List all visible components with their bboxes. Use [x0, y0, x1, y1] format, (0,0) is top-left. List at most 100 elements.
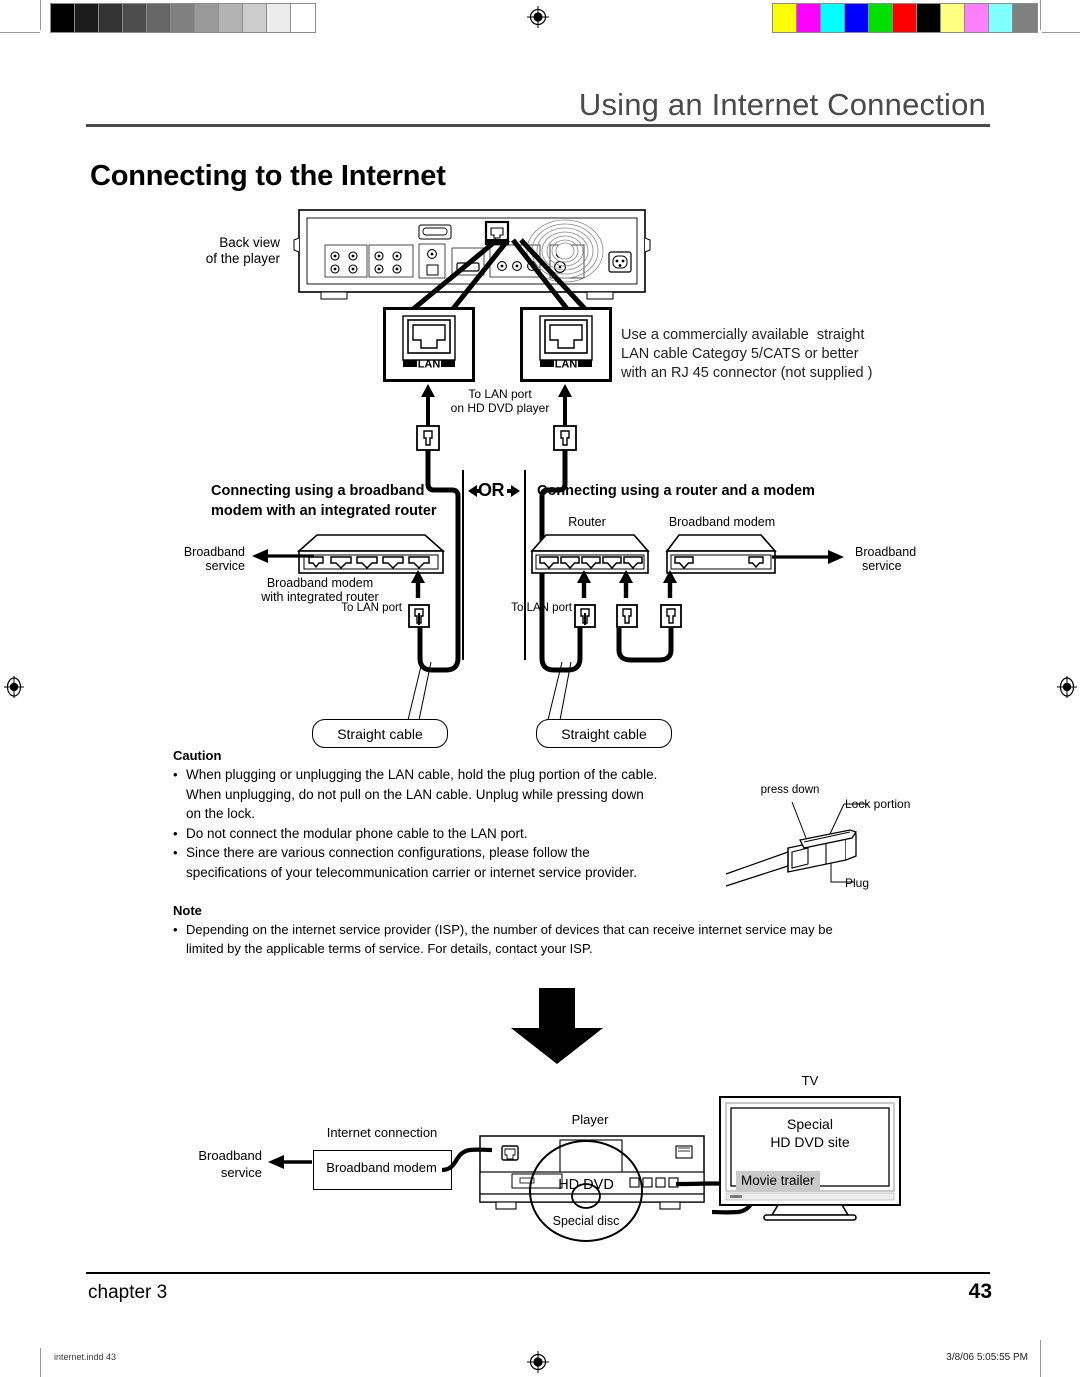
- plug-icon-left-option: [407, 603, 431, 634]
- special-disc-illustration: [528, 1140, 644, 1247]
- broadband-service-label-left-line2: service: [205, 559, 245, 573]
- color-swatch-6: [917, 4, 941, 32]
- color-swatch-1: [797, 4, 821, 32]
- color-swatch-1: [75, 4, 99, 32]
- hd-dvd-disc-label: HD DVD: [558, 1177, 614, 1193]
- to-lan-port-label-right: To LAN port: [511, 602, 572, 614]
- broadband-service-bottom-line2: service: [220, 1165, 262, 1180]
- or-label: OR: [478, 480, 505, 500]
- note-item: Depending on the internet service provid…: [173, 920, 933, 958]
- caution-item: Since there are various connection confi…: [173, 843, 733, 882]
- broadband-service-arrow-bottom: [266, 1154, 314, 1175]
- player-label: Player: [571, 1112, 609, 1127]
- color-swatch-9: [267, 4, 291, 32]
- router-label: Router: [568, 515, 606, 529]
- broadband-modem-label-bottom: Broadband modem: [326, 1160, 437, 1175]
- color-swatch-5: [171, 4, 195, 32]
- modem-to-player-cable: [441, 1140, 508, 1201]
- color-swatch-9: [989, 4, 1013, 32]
- crop-mark-top-right-horizontal: [1042, 32, 1080, 33]
- to-lan-port-arrow-left: [406, 568, 430, 605]
- note-list: Depending on the internet service provid…: [173, 920, 933, 958]
- down-arrow-separator: [505, 988, 609, 1071]
- print-meta: 3/8/06 5:05:55 PM: [946, 1352, 1028, 1363]
- caution-block: Caution When plugging or unplugging the …: [173, 748, 733, 882]
- tv-screen-line2: HD DVD site: [770, 1134, 850, 1150]
- color-swatch-7: [941, 4, 965, 32]
- color-swatch-4: [869, 4, 893, 32]
- note-heading: Note: [173, 903, 202, 918]
- page-number: 43: [968, 1280, 992, 1303]
- broadband-service-bottom-line1: Broadband: [198, 1148, 262, 1163]
- rj45-plug-detail-illustration: [725, 790, 936, 900]
- straight-cable-bubble-left: Straight cable: [312, 719, 448, 748]
- color-swatch-3: [845, 4, 869, 32]
- color-swatch-5: [893, 4, 917, 32]
- page-title: Connecting to the Internet: [90, 160, 446, 192]
- running-head: Using an Internet Connection: [578, 87, 986, 122]
- registration-mark-right-middle: [1056, 676, 1078, 698]
- broadband-service-label-right-line2: service: [862, 559, 902, 573]
- option-right-heading: Connecting using a router and a modem: [537, 483, 815, 499]
- note-block: Note Depending on the internet service p…: [173, 903, 933, 958]
- crop-mark-top-left-horizontal: [0, 32, 40, 33]
- footer-rule: [86, 1272, 990, 1274]
- header-rule: [86, 124, 990, 127]
- color-swatch-2: [99, 4, 123, 32]
- crop-mark-top-right-vertical: [1040, 0, 1041, 30]
- color-swatch-8: [243, 4, 267, 32]
- lan-port-callout-right: LAN: [520, 307, 612, 382]
- color-swatch-10: [1013, 4, 1037, 32]
- broadband-service-arrow-left: [250, 548, 316, 569]
- grayscale-color-bar: [50, 3, 316, 33]
- color-swatch-2: [821, 4, 845, 32]
- tv-illustration: [718, 1095, 902, 1225]
- registration-mark-top-center: [527, 6, 549, 28]
- lan-cable-note-line1: Use a commercially available straight: [621, 327, 865, 343]
- svg-text:LAN: LAN: [418, 359, 441, 371]
- color-swatch-7: [219, 4, 243, 32]
- broadband-modem-label-right: Broadband modem: [668, 515, 776, 529]
- router-modem-patch-cable: [615, 628, 695, 673]
- file-meta: internet.indd 43: [54, 1352, 117, 1362]
- color-swatch-0: [51, 4, 75, 32]
- cable-plug-arrows-top: [383, 382, 633, 451]
- back-view-label-line2: of the player: [205, 251, 280, 266]
- lan-cable-note-line2: LAN cable Categσy 5/CATS or better: [621, 346, 859, 362]
- chapter-label: chapter 3: [88, 1282, 168, 1303]
- lan-cable-note-line3: with an RJ 45 connector (not supplied ): [621, 365, 873, 381]
- straight-cable-label-left: Straight cable: [337, 725, 423, 742]
- option-divider-left-rule: [462, 470, 464, 660]
- option-left-heading-line1: Connecting using a broadband: [211, 483, 425, 499]
- movie-trailer-badge[interactable]: Movie trailer: [736, 1171, 820, 1191]
- chroma-color-bar: [772, 3, 1038, 33]
- movie-trailer-label: Movie trailer: [741, 1173, 815, 1188]
- broadband-service-arrow-right: [772, 549, 846, 570]
- crop-mark-bottom-right-vertical: [1040, 1340, 1041, 1377]
- internet-connection-label: Internet connection: [326, 1125, 438, 1140]
- svg-text:LAN: LAN: [555, 359, 578, 371]
- straight-cable-label-right: Straight cable: [561, 725, 647, 742]
- registration-mark-bottom-center: [527, 1351, 549, 1373]
- tv-screen-line1: Special: [787, 1116, 833, 1132]
- caution-heading: Caution: [173, 748, 222, 763]
- option-divider-right-rule: [524, 470, 526, 660]
- tv-label: TV: [801, 1073, 819, 1088]
- color-swatch-10: [291, 4, 315, 32]
- back-view-label-line1: Back view: [219, 235, 280, 250]
- color-swatch-6: [195, 4, 219, 32]
- color-swatch-3: [123, 4, 147, 32]
- caution-item: When plugging or unplugging the LAN cabl…: [173, 765, 733, 824]
- special-disc-label: Special disc: [552, 1214, 620, 1228]
- page-header: Using an Internet Connection: [86, 88, 990, 127]
- crop-mark-top-left-vertical: [40, 0, 41, 30]
- color-swatch-0: [773, 4, 797, 32]
- registration-mark-left-middle: [3, 676, 25, 698]
- to-lan-port-arrows-right: [572, 568, 702, 605]
- caution-list: When plugging or unplugging the LAN cabl…: [173, 765, 733, 882]
- color-swatch-8: [965, 4, 989, 32]
- crop-mark-bottom-left-vertical: [40, 1348, 41, 1377]
- color-swatch-4: [147, 4, 171, 32]
- to-lan-port-label-left: To LAN port: [341, 602, 402, 614]
- straight-cable-bubble-right: Straight cable: [536, 719, 672, 748]
